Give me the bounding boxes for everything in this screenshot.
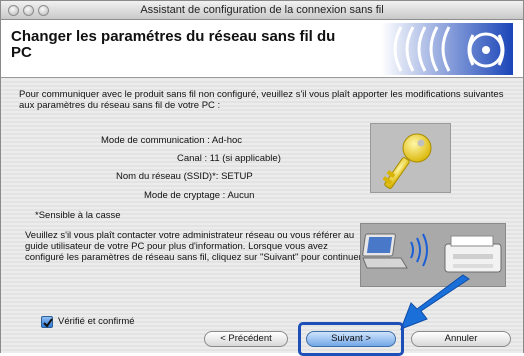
setting-row-encryption: Mode de cryptage : Aucun <box>144 190 254 201</box>
confirm-checkbox-label: Vérifié et confirmé <box>58 316 135 327</box>
window-title: Assistant de configuration de la connexi… <box>140 4 384 16</box>
page-title: Changer les paramétres du réseau sans fi… <box>11 28 336 61</box>
setting-row-mode: Mode de communication : Ad-hoc <box>101 135 242 146</box>
setting-value: Ad-hoc <box>211 135 243 146</box>
setting-label: Mode de communication : <box>101 135 210 146</box>
setting-label: Nom du réseau (SSID)*: <box>116 171 219 182</box>
key-icon <box>382 133 432 189</box>
setting-row-ssid: Nom du réseau (SSID)*: SETUP <box>116 171 253 182</box>
case-sensitive-note: *Sensible à la casse <box>35 210 121 221</box>
title-bar: Assistant de configuration de la connexi… <box>1 1 523 20</box>
previous-button[interactable]: < Précédent <box>204 331 288 347</box>
key-image <box>370 123 451 193</box>
main-content: Pour communiquer avec le produit sans fi… <box>1 79 523 356</box>
wizard-window: Assistant de configuration de la connexi… <box>0 0 524 356</box>
pointer-arrow-icon <box>400 274 470 330</box>
page-header: Changer les paramétres du réseau sans fi… <box>1 20 523 78</box>
wireless-signal-icon <box>381 23 513 75</box>
setting-value: Aucun <box>227 190 255 201</box>
setting-value: 11 (si applicable) <box>209 153 281 164</box>
setting-label: Mode de cryptage : <box>144 190 226 201</box>
setting-value: SETUP <box>221 171 253 182</box>
intro-text: Pour communiquer avec le produit sans fi… <box>19 89 504 111</box>
help-paragraph: Veuillez s'il vous plaît contacter votre… <box>25 230 364 263</box>
checkmark-icon <box>43 318 53 328</box>
cancel-button[interactable]: Annuler <box>411 331 511 347</box>
confirm-checkbox[interactable] <box>41 316 53 328</box>
setting-row-channel: Canal : 11 (si applicable) <box>177 153 281 164</box>
next-button[interactable]: Suivant > <box>306 331 396 347</box>
setting-label: Canal : <box>177 153 208 164</box>
